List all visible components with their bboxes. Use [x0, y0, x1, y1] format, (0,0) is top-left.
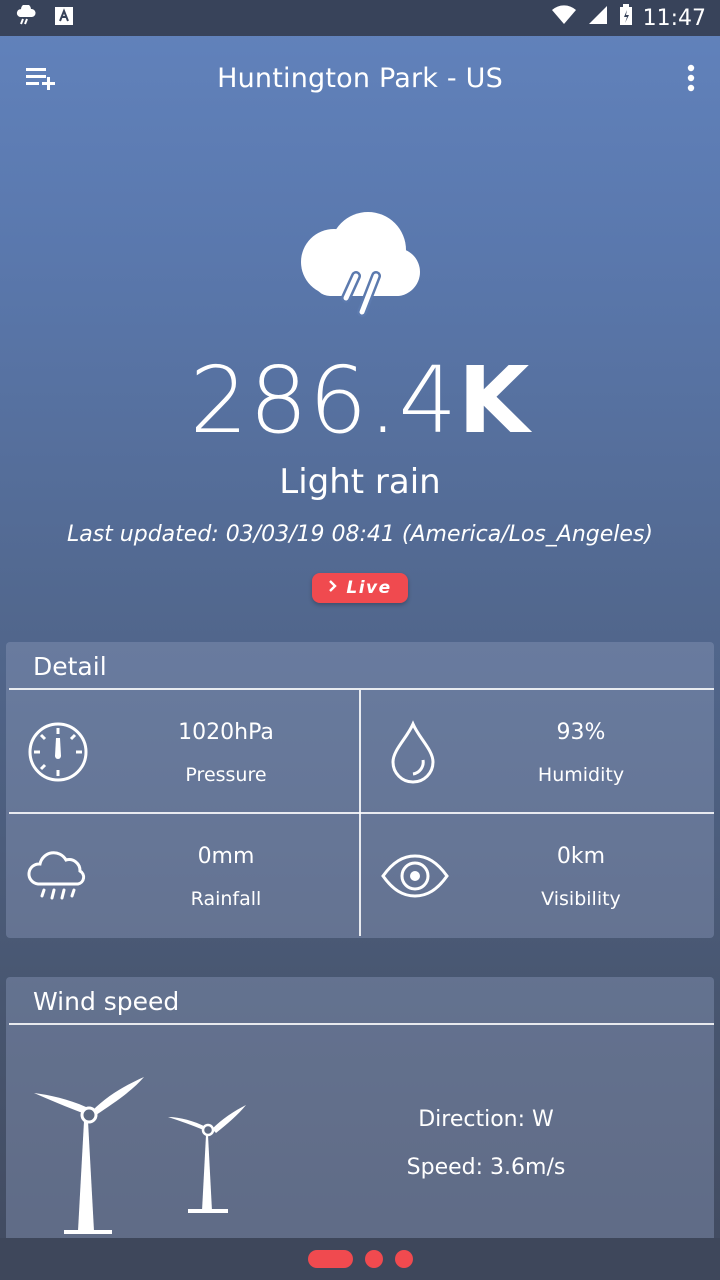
- location-title: Huntington Park - US: [217, 62, 503, 94]
- rainfall-label: Rainfall: [190, 888, 262, 910]
- rain-cloud-icon: [26, 844, 90, 908]
- more-options-icon[interactable]: [686, 64, 696, 94]
- divider: [9, 1023, 714, 1025]
- visibility-cell: 0km Visibility: [361, 814, 711, 936]
- temperature-value: 286.4: [189, 347, 459, 454]
- page-indicator: [308, 1250, 413, 1268]
- gauge-icon: [26, 720, 90, 784]
- live-button[interactable]: Live: [312, 573, 408, 603]
- weather-notification-icon: [14, 4, 38, 31]
- live-label: Live: [346, 578, 392, 598]
- eye-icon: [381, 844, 449, 908]
- temperature-unit: K: [458, 347, 531, 454]
- signal-icon: [587, 4, 609, 32]
- chevron-right-icon: [328, 578, 338, 598]
- last-updated: Last updated: 03/03/19 08:41 (America/Lo…: [66, 522, 653, 547]
- page-dot-active[interactable]: [308, 1250, 353, 1268]
- page-dot[interactable]: [365, 1250, 383, 1268]
- pressure-cell: 1020hPa Pressure: [6, 690, 356, 812]
- weather-condition: Light rain: [279, 462, 441, 502]
- page-dot[interactable]: [395, 1250, 413, 1268]
- wind-speed: Speed: 3.6m/s: [406, 1155, 566, 1180]
- wind-card: Wind speed Direction: W Speed: 3.6m/s: [6, 977, 714, 1247]
- humidity-value: 93%: [556, 720, 606, 745]
- app-bar: Huntington Park - US: [0, 36, 720, 120]
- droplet-icon: [381, 720, 445, 784]
- visibility-label: Visibility: [541, 888, 621, 910]
- wind-turbine-icon: [26, 1067, 256, 1242]
- status-bar: 11:47: [0, 0, 720, 36]
- clock: 11:47: [642, 5, 706, 31]
- rainfall-value: 0mm: [197, 844, 255, 869]
- app-notification-icon: [54, 6, 74, 30]
- pressure-value: 1020hPa: [178, 720, 274, 745]
- visibility-value: 0km: [556, 844, 606, 869]
- rain-cloud-icon: [296, 212, 424, 324]
- wifi-icon: [551, 4, 577, 32]
- wind-direction: Direction: W: [418, 1107, 554, 1132]
- wind-title: Wind speed: [33, 987, 180, 1016]
- humidity-label: Humidity: [537, 764, 625, 786]
- battery-icon: [619, 4, 633, 32]
- humidity-cell: 93% Humidity: [361, 690, 711, 812]
- temperature: 286.4K: [0, 355, 720, 447]
- detail-card: Detail 1020hPa Pressure 93% Humidity 0mm…: [6, 642, 714, 938]
- pressure-label: Pressure: [185, 764, 267, 786]
- rainfall-cell: 0mm Rainfall: [6, 814, 356, 936]
- add-location-menu-icon[interactable]: [24, 66, 60, 96]
- detail-title: Detail: [33, 652, 107, 681]
